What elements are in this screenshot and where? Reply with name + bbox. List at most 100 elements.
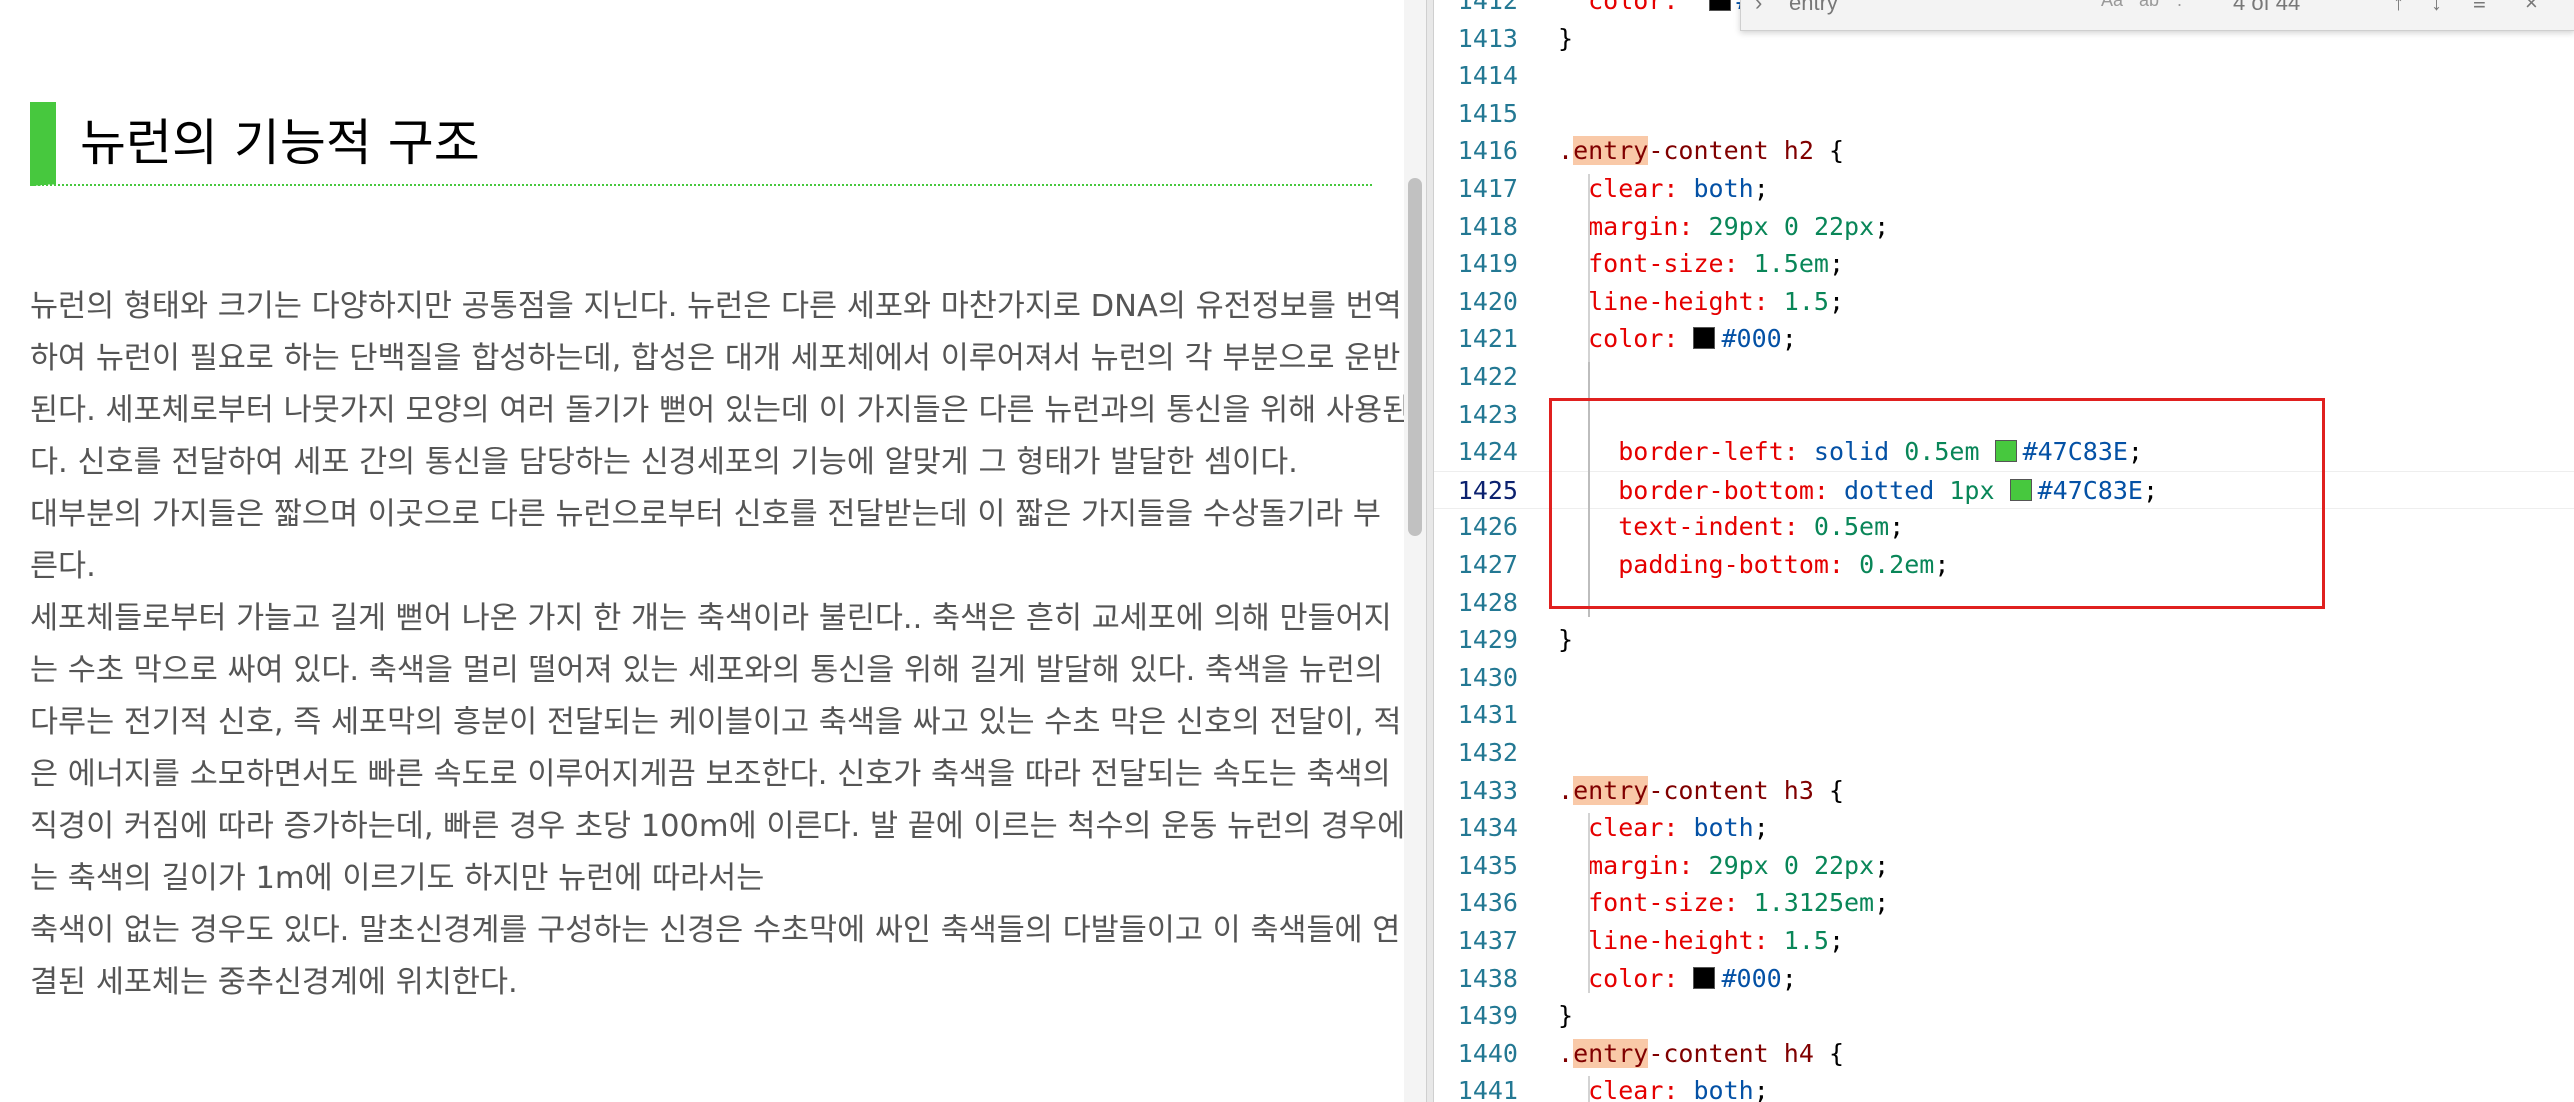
line-number: 1418 [1457, 211, 1518, 241]
code-text[interactable]: .entry-content h4 { [1558, 1035, 1844, 1073]
code-text[interactable]: font-size: 1.5em; [1558, 245, 1844, 283]
article-line: 다루는 전기적 신호, 즉 세포막의 흥분이 전달되는 케이블이고 축색을 싸고… [30, 705, 1402, 740]
find-in-selection-icon[interactable]: ≡ [2473, 0, 2486, 16]
next-match-arrow-icon[interactable]: ↓ [2431, 0, 2442, 16]
article-line: 다. 신호를 전달하여 세포 간의 통신을 담당하는 신경세포의 기능에 알맞게… [30, 445, 1298, 480]
indent-guide [1588, 813, 1590, 994]
code-line[interactable]: 1419 font-size: 1.5em; [1434, 245, 2574, 283]
line-number: 1431 [1457, 700, 1518, 730]
code-line[interactable]: 1437 line-height: 1.5; [1434, 922, 2574, 960]
match-count: 4 of 44 [2233, 0, 2301, 15]
code-text[interactable]: } [1558, 20, 1573, 58]
code-line[interactable]: 1422 [1434, 358, 2574, 396]
article-line: 직경이 커짐에 따라 증가하는데, 빠른 경우 초당 100m에 이른다. 발 … [30, 809, 1404, 844]
regex-icon[interactable]: .* [2177, 0, 2189, 11]
line-number: 1426 [1457, 512, 1518, 542]
code-line[interactable]: 1439} [1434, 997, 2574, 1035]
line-number: 1437 [1457, 926, 1518, 955]
article-line: 축색이 없는 경우도 있다. 말초신경계를 구성하는 신경은 수초막에 싸인 축… [30, 913, 1401, 948]
code-line[interactable]: 1432 [1434, 734, 2574, 772]
line-number: 1428 [1457, 587, 1518, 617]
code-text[interactable]: } [1558, 621, 1573, 659]
code-text[interactable]: margin: 29px 0 22px; [1558, 847, 1889, 885]
code-line[interactable]: 1435 margin: 29px 0 22px; [1434, 847, 2574, 885]
article-line: 결된 세포체는 중추신경계에 위치한다. [30, 965, 518, 1000]
blog-preview-pane: 뉴런의 기능적 구조 뉴런의 형태와 크기는 다양하지만 공통점을 지닌다. 뉴… [0, 0, 1404, 1102]
line-number: 1440 [1457, 1038, 1518, 1068]
code-line[interactable]: 1440 .entry-content h4 { [1434, 1035, 2574, 1073]
previous-match-arrow-icon[interactable]: ↑ [2393, 0, 2404, 16]
whole-word-icon[interactable]: ab [2139, 0, 2159, 11]
code-text[interactable]: } [1558, 997, 1573, 1035]
article-line: 는 수초 막으로 싸여 있다. 축색을 멀리 떨어져 있는 세포와의 통신을 위… [30, 653, 1384, 688]
line-number: 1416 [1457, 136, 1518, 166]
line-number: 1433 [1457, 775, 1518, 805]
code-line[interactable]: 1431 [1434, 696, 2574, 734]
code-line[interactable]: 1420 line-height: 1.5; [1434, 283, 2574, 321]
section-heading-text: 뉴런의 기능적 구조 [80, 114, 480, 172]
line-number: 1432 [1457, 738, 1518, 767]
code-text[interactable]: color: # [1558, 0, 1752, 20]
code-line[interactable]: 1434 clear: both; [1434, 809, 2574, 847]
code-text[interactable]: margin: 29px 0 22px; [1558, 208, 1889, 246]
article-line: 뉴런의 형태와 크기는 다양하지만 공통점을 지닌다. 뉴런은 다른 세포와 마… [30, 289, 1402, 324]
line-number: 1422 [1457, 362, 1518, 391]
section-heading: 뉴런의 기능적 구조 [30, 102, 1372, 186]
preview-scrollbar-thumb[interactable] [1408, 178, 1422, 536]
code-text[interactable]: color: #000; [1558, 320, 1797, 358]
code-text[interactable]: font-size: 1.3125em; [1558, 884, 1889, 922]
article-body: 뉴런의 형태와 크기는 다양하지만 공통점을 지닌다. 뉴런은 다른 세포와 마… [30, 281, 1404, 1009]
line-number: 1414 [1457, 61, 1518, 91]
article-line: 세포체들로부터 가늘고 길게 뻗어 나온 가지 한 개는 축색이라 불린다.. … [30, 601, 1392, 636]
line-number: 1436 [1457, 888, 1518, 918]
code-line[interactable]: 1421 color: #000; [1434, 320, 2574, 358]
code-text[interactable]: .entry-content h2 { [1558, 132, 1844, 170]
article-line: 른다. [30, 549, 96, 584]
code-line[interactable]: 1430 [1434, 659, 2574, 697]
line-number: 1429 [1457, 625, 1518, 655]
code-line[interactable]: 1429} [1434, 621, 2574, 659]
line-number: 1420 [1457, 286, 1518, 316]
line-number: 1435 [1457, 850, 1518, 880]
indent-guide [1588, 1076, 1590, 1102]
code-line[interactable]: 1438 color: #000; [1434, 960, 2574, 998]
close-find-icon[interactable]: × [2525, 0, 2538, 16]
article-line: 대부분의 가지들은 짧으며 이곳으로 다른 뉴런으로부터 신호를 전달받는데 이… [30, 497, 1381, 532]
line-number: 1412 [1457, 0, 1518, 15]
article-line: 하여 뉴런이 필요로 하는 단백질을 합성하는데, 합성은 대개 세포체에서 이… [30, 341, 1401, 376]
preview-scrollbar[interactable] [1404, 0, 1426, 1102]
code-line[interactable]: 1416 .entry-content h2 { [1434, 132, 2574, 170]
code-text[interactable]: line-height: 1.5; [1558, 283, 1844, 321]
code-line[interactable]: 1441 clear: both; [1434, 1072, 2574, 1102]
line-number: 1417 [1457, 174, 1518, 203]
code-line[interactable]: 1417 clear: both; [1434, 170, 2574, 208]
line-number: 1441 [1457, 1076, 1518, 1102]
toggle-replace-chevron-icon[interactable]: › [1755, 0, 1762, 16]
line-number: 1415 [1457, 98, 1518, 128]
code-line[interactable]: 1414 [1434, 57, 2574, 95]
code-text[interactable]: line-height: 1.5; [1558, 922, 1844, 960]
line-number: 1419 [1457, 249, 1518, 279]
line-number: 1425 [1457, 475, 1518, 505]
line-number: 1421 [1457, 324, 1518, 354]
code-line[interactable]: 1436 font-size: 1.3125em; [1434, 884, 2574, 922]
line-number: 1439 [1457, 1001, 1518, 1031]
code-text[interactable]: .entry-content h3 { [1558, 772, 1844, 810]
line-number: 1430 [1457, 662, 1518, 692]
code-line[interactable]: 1418 margin: 29px 0 22px; [1434, 208, 2574, 246]
line-number: 1413 [1457, 23, 1518, 53]
code-line[interactable]: 1433 .entry-content h3 { [1434, 772, 2574, 810]
article-line: 는 축색의 길이가 1m에 이르기도 하지만 뉴런에 따라서는 [30, 861, 765, 896]
find-widget[interactable]: › entry Aa ab .* 4 of 44 ↑ ↓ ≡ × [1740, 0, 2574, 31]
line-number: 1434 [1457, 813, 1518, 843]
pane-splitter[interactable] [1426, 0, 1434, 1102]
code-text[interactable]: color: #000; [1558, 960, 1797, 998]
highlight-annotation-box [1549, 398, 2325, 609]
find-input[interactable]: entry [1789, 0, 1838, 16]
article-line: 은 에너지를 소모하면서도 빠른 속도로 이루어지게끔 보조한다. 신호가 축색… [30, 757, 1391, 792]
line-number: 1424 [1457, 437, 1518, 467]
code-line[interactable]: 1415 [1434, 95, 2574, 133]
line-number: 1423 [1457, 399, 1518, 429]
line-number: 1438 [1457, 963, 1518, 993]
match-case-icon[interactable]: Aa [2101, 0, 2123, 11]
